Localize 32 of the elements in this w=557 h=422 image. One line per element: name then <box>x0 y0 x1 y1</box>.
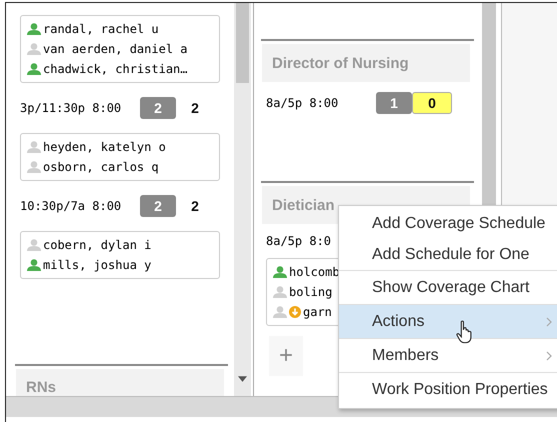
filled-count: 0 <box>412 92 452 114</box>
staff-card[interactable]: randal, rachel u van aerden, daniel a chadwick, christian… <box>20 15 220 83</box>
section-header: Director of Nursing <box>262 44 470 82</box>
shift-time: 10:30p/7a 8:00 <box>20 199 122 213</box>
shift-time: 8a/5p 8:00 <box>266 96 340 110</box>
menu-item[interactable]: Add Schedule for One <box>339 239 557 270</box>
scrollbar-thumb[interactable] <box>236 3 249 83</box>
staff-name: van aerden, daniel a <box>43 42 188 56</box>
staff-name: garn <box>303 305 332 319</box>
filled-count: 2 <box>190 197 200 216</box>
scroll-down-icon[interactable] <box>238 376 247 382</box>
staff-card[interactable]: cobern, dylan i mills, joshua y <box>20 231 220 279</box>
hand-cursor-icon <box>456 320 473 344</box>
staff-name: osborn, carlos q <box>43 160 159 174</box>
required-count: 2 <box>140 195 176 217</box>
menu-item[interactable]: Work Position Properties <box>339 372 557 406</box>
shift-time: 8a/5p 8:0 <box>266 234 332 248</box>
staff-name: boling <box>289 285 332 299</box>
staff-name: heyden, katelyn o <box>43 140 166 154</box>
required-count: 2 <box>140 97 176 119</box>
shift-time: 3p/11:30p 8:00 <box>20 101 122 115</box>
staff-card[interactable]: heyden, katelyn o osborn, carlos q <box>20 133 220 181</box>
staff-name: chadwick, christian… <box>43 62 188 76</box>
staff-name: mills, joshua y <box>43 258 152 272</box>
menu-item[interactable]: Actions <box>339 304 557 338</box>
scrollbar[interactable] <box>234 3 251 396</box>
filled-count: 2 <box>190 99 200 118</box>
section-header: RNs <box>16 369 224 396</box>
staff-name: cobern, dylan i <box>43 238 152 252</box>
required-count: 1 <box>376 92 412 114</box>
staff-name: holcomb <box>289 265 340 279</box>
staff-name: randal, rachel u <box>43 22 159 36</box>
